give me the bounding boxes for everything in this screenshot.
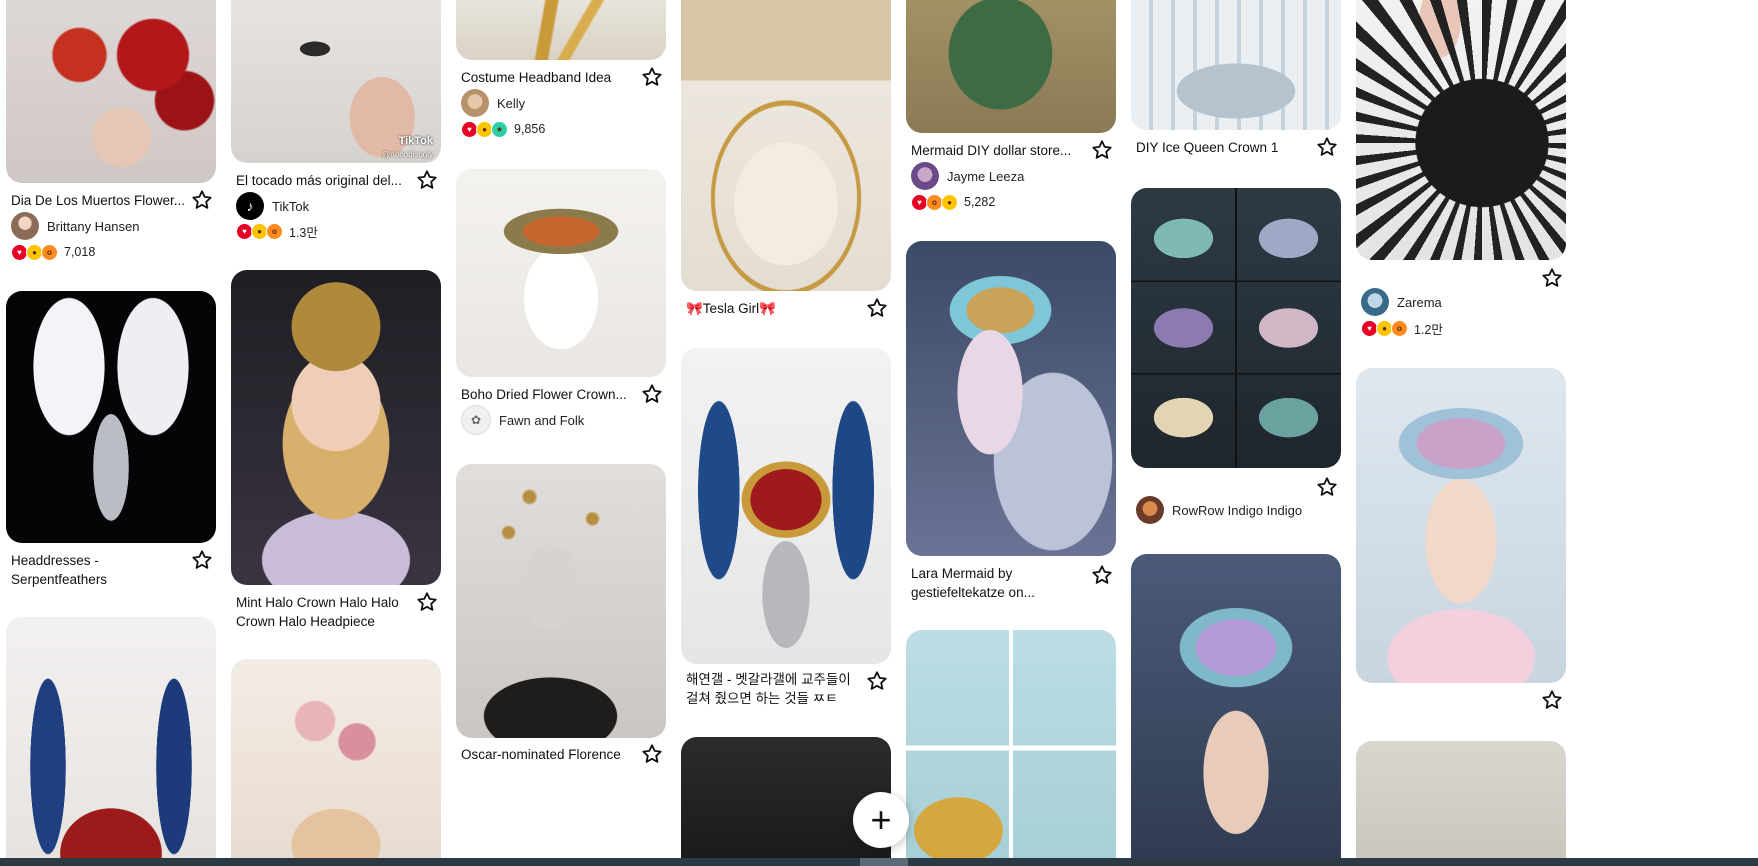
pin-title[interactable]: 해연갤 - 멧갈라갤에 교주들이 걸쳐 줬으면 하는 것들 ㅉㅌ xyxy=(686,670,866,708)
pin-author[interactable]: ✿ Fawn and Folk xyxy=(461,405,584,435)
save-star-icon[interactable] xyxy=(1091,564,1113,586)
pin-title[interactable]: Mermaid DIY dollar store... xyxy=(911,141,1086,160)
reactions-bar: ♥ ● o 7,018 xyxy=(11,243,95,261)
pin-author[interactable]: Brittany Hansen xyxy=(11,211,140,241)
tiktok-logo-icon: ♪ xyxy=(236,192,264,220)
pin-image-amethyst-crown[interactable] xyxy=(1131,554,1341,866)
pin-image-florence-star-crown[interactable] xyxy=(456,464,666,738)
save-star-icon[interactable] xyxy=(191,189,213,211)
pin-title[interactable]: Dia De Los Muertos Flower... xyxy=(11,191,186,210)
pin-image-boho-dried-flower-crown[interactable] xyxy=(456,169,666,377)
pin-author[interactable]: Jayme Leeza xyxy=(911,161,1024,191)
avatar xyxy=(11,212,39,240)
pin-image-tiktok-headband[interactable]: TikTok @nobodisugly xyxy=(231,0,441,163)
pin-image-halo-diy-collage[interactable] xyxy=(906,630,1116,866)
plus-icon: + xyxy=(870,799,892,840)
pin-author[interactable]: ♪ TikTok xyxy=(236,191,309,221)
pin-image-pink-flower-crown[interactable] xyxy=(231,659,441,866)
pin-image-ice-queen-crown[interactable] xyxy=(1131,0,1341,130)
pin-title[interactable]: Lara Mermaid by gestiefeltekatze on... xyxy=(911,564,1061,602)
pin-image-mint-halo-crown[interactable] xyxy=(231,270,441,585)
reactions-bar: ♥ ● o 1.3만 xyxy=(236,222,318,240)
taskbar-strip xyxy=(0,858,1758,866)
pin-image-blue-wings[interactable] xyxy=(6,617,216,866)
author-name: Brittany Hansen xyxy=(47,218,140,234)
reactions-bar: ♥ ● o 1.2만 xyxy=(1361,319,1443,337)
save-star-icon[interactable] xyxy=(1541,267,1563,289)
reaction-count: 7,018 xyxy=(64,245,96,259)
reaction-count: 5,282 xyxy=(964,195,996,209)
pin-title[interactable]: Costume Headband Idea xyxy=(461,68,636,87)
avatar xyxy=(1361,288,1389,316)
author-name: TikTok xyxy=(272,198,310,214)
pin-image-mermaid-diy[interactable] xyxy=(906,0,1116,133)
pin-author[interactable]: Kelly xyxy=(461,88,525,118)
save-star-icon[interactable] xyxy=(641,383,663,405)
save-star-icon[interactable] xyxy=(1316,476,1338,498)
save-star-icon[interactable] xyxy=(1316,136,1338,158)
scrollbar-thumb[interactable] xyxy=(860,858,908,866)
author-name: Kelly xyxy=(497,95,526,111)
reaction-count: 9,856 xyxy=(514,122,546,136)
avatar xyxy=(911,162,939,190)
save-star-icon[interactable] xyxy=(416,591,438,613)
reaction-count: 1.3만 xyxy=(289,225,318,240)
pin-image-black-spike-crown[interactable] xyxy=(1356,0,1566,260)
create-plus-button[interactable]: + xyxy=(853,792,909,848)
save-star-icon[interactable] xyxy=(866,297,888,319)
pin-image-dia-de-los-muertos[interactable] xyxy=(6,0,216,183)
save-star-icon[interactable] xyxy=(191,549,213,571)
save-star-icon[interactable] xyxy=(641,66,663,88)
wow-reaction-icon: o xyxy=(266,222,283,240)
pin-author[interactable]: RowRow Indigo Indigo xyxy=(1136,495,1302,525)
author-name: RowRow Indigo Indigo xyxy=(1172,502,1303,518)
pin-image-mermaid-crowns-grid[interactable] xyxy=(1131,188,1341,468)
save-star-icon[interactable] xyxy=(1091,139,1113,161)
reaction-count: 1.2만 xyxy=(1414,322,1443,337)
author-name: Fawn and Folk xyxy=(499,412,585,428)
good-idea-reaction-icon: ★ xyxy=(491,120,508,138)
author-name: Zarema xyxy=(1397,294,1442,310)
pin-title[interactable]: Boho Dried Flower Crown... xyxy=(461,385,636,404)
avatar xyxy=(461,89,489,117)
pin-title[interactable]: Headdresses - Serpentfeathers xyxy=(11,551,131,589)
yay-reaction-icon: ● xyxy=(941,193,958,211)
avatar xyxy=(1136,496,1164,524)
pin-image-next-pin[interactable] xyxy=(1356,741,1566,866)
pin-image-costume-headband[interactable] xyxy=(456,0,666,60)
pin-image-winged-headpiece[interactable] xyxy=(681,348,891,664)
pin-author[interactable]: Zarema xyxy=(1361,287,1442,317)
wow-reaction-icon: o xyxy=(41,243,58,261)
tiktok-watermark: TikTok xyxy=(398,135,433,147)
reactions-bar: ♥ o ● 5,282 xyxy=(911,193,995,211)
pin-image-serpentfeathers[interactable] xyxy=(6,291,216,543)
author-name: Jayme Leeza xyxy=(947,168,1025,184)
avatar: ✿ xyxy=(461,405,491,435)
wow-reaction-icon: o xyxy=(1391,319,1408,337)
pin-title[interactable]: Mint Halo Crown Halo Halo Crown Halo Hea… xyxy=(236,593,411,631)
save-star-icon[interactable] xyxy=(1541,689,1563,711)
pin-image-tesla-girl-halo[interactable] xyxy=(681,0,891,291)
pin-title[interactable]: 🎀Tesla Girl🎀 xyxy=(686,299,861,318)
pin-image-antler-flower-crown[interactable] xyxy=(1356,368,1566,683)
save-star-icon[interactable] xyxy=(416,169,438,191)
pin-title[interactable]: Oscar-nominated Florence xyxy=(461,745,636,764)
pin-title[interactable]: El tocado más original del... xyxy=(236,171,411,190)
pin-image-lara-mermaid[interactable] xyxy=(906,241,1116,556)
tiktok-handle: @nobodisugly xyxy=(382,150,433,159)
save-star-icon[interactable] xyxy=(641,743,663,765)
reactions-bar: ♥ ● ★ 9,856 xyxy=(461,120,545,138)
save-star-icon[interactable] xyxy=(866,670,888,692)
pin-title[interactable]: DIY Ice Queen Crown 1 xyxy=(1136,138,1311,157)
